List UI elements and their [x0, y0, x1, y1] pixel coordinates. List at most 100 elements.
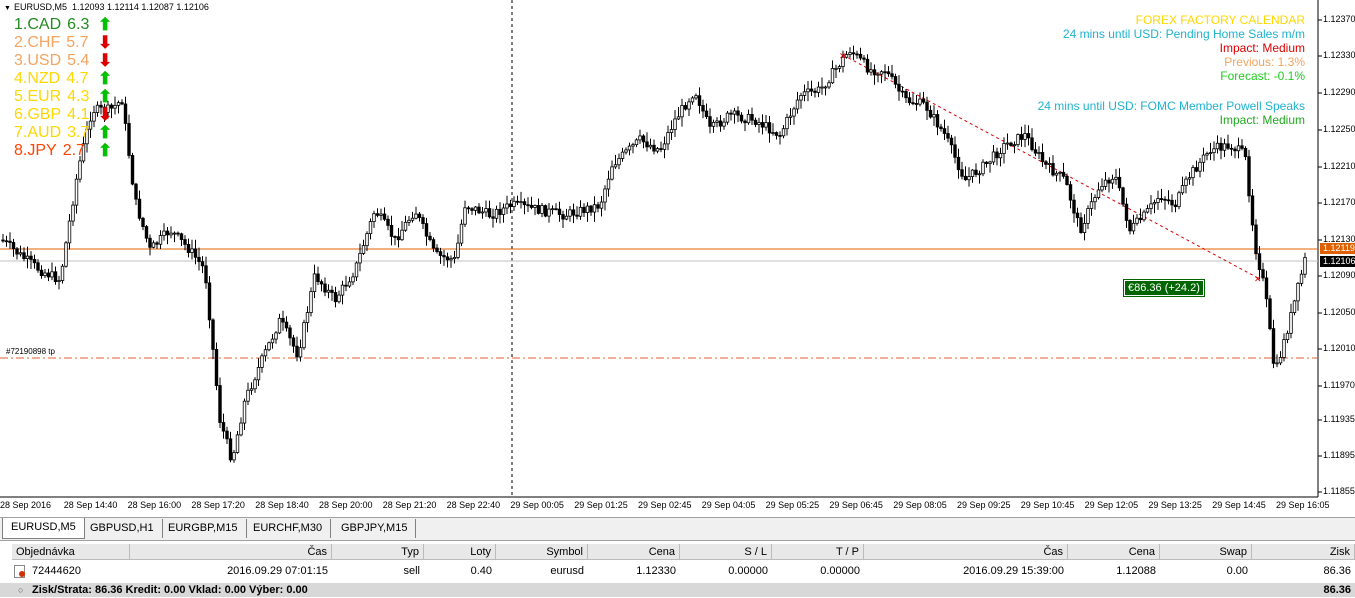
- candle-body: [1201, 154, 1206, 163]
- candle-body: [57, 280, 61, 282]
- column-header[interactable]: S / L: [680, 544, 772, 560]
- candle-body: [130, 155, 135, 185]
- ff-event-1: 24 mins until USD: Pending Home Sales m/…: [1062, 27, 1305, 41]
- candle-body: [15, 248, 19, 255]
- candle-body: [1250, 195, 1255, 226]
- column-header[interactable]: T / P: [772, 544, 864, 560]
- candle-body: [1240, 145, 1244, 149]
- candle-body: [1254, 224, 1258, 255]
- time-tick-label: 29 Sep 05:25: [765, 500, 820, 510]
- candle-body: [211, 319, 215, 350]
- ff-impact-2: Impact: Medium: [1219, 113, 1305, 127]
- tab-gbpusd-h1[interactable]: GBPUSD,H1: [82, 519, 163, 538]
- candle-body: [732, 110, 737, 115]
- candle-body: [722, 121, 726, 127]
- candle-body: [151, 242, 156, 248]
- candle-body: [669, 129, 674, 133]
- column-header[interactable]: Typ: [332, 544, 424, 560]
- candle-body: [249, 388, 254, 391]
- candle-body: [1117, 176, 1122, 189]
- table-cell: eurusd: [550, 565, 584, 577]
- candle-body: [1093, 197, 1097, 203]
- candle-body: [620, 151, 625, 159]
- candle-body: [543, 205, 548, 217]
- strength-label: 4.NZD: [14, 70, 61, 87]
- candle-body: [1005, 142, 1010, 145]
- column-header[interactable]: Symbol: [496, 544, 588, 560]
- candle-body: [1054, 172, 1059, 176]
- candle-body: [22, 252, 26, 260]
- candle-body: [1009, 142, 1013, 146]
- column-header[interactable]: Cena: [588, 544, 680, 560]
- time-tick-label: 28 Sep 21:20: [382, 500, 437, 510]
- candle-body: [893, 76, 898, 85]
- candle-body: [641, 135, 646, 143]
- candle-body: [326, 289, 331, 293]
- tab-eurchf-m30[interactable]: EURCHF,M30: [245, 519, 332, 538]
- tab-eurgbp-m15[interactable]: EURGBP,M15: [160, 519, 247, 538]
- candle-body: [858, 53, 863, 59]
- candle-body: [1187, 177, 1192, 180]
- arrow-down-icon: ⬇: [98, 33, 113, 52]
- candle-body: [1296, 282, 1300, 302]
- candle-body: [617, 158, 621, 166]
- column-header[interactable]: Čas: [130, 544, 332, 560]
- candle-body: [946, 133, 950, 139]
- candle-body: [711, 122, 716, 127]
- candle-body: [407, 219, 411, 223]
- candle-body: [186, 243, 191, 253]
- candle-body: [1180, 185, 1185, 194]
- strength-item-jpy: 8.JPY 2.7 ⬆: [14, 142, 112, 160]
- candle-body: [459, 223, 464, 244]
- candle-body: [830, 68, 835, 84]
- chart-ohlc: 1.12093 1.12114 1.12087 1.12106: [71, 2, 209, 12]
- candle-body: [869, 69, 873, 73]
- candle-body: [1170, 199, 1174, 206]
- candle-body: [914, 103, 919, 105]
- candle-body: [43, 272, 47, 277]
- candle-body: [281, 317, 285, 323]
- candle-body: [806, 88, 810, 93]
- time-tick-label: 28 Sep 14:40: [63, 500, 118, 510]
- price-chart[interactable]: ✕ ✕ ▼ EURUSD,M5 1.12093 1.12114 1.12087 1.…: [0, 0, 1355, 515]
- time-tick-label: 29 Sep 16:05: [1276, 500, 1330, 510]
- candle-body: [1268, 298, 1272, 330]
- column-header[interactable]: Swap: [1160, 544, 1252, 560]
- candle-body: [1166, 199, 1171, 202]
- tab-eurusd-m5[interactable]: EURUSD,M5: [2, 518, 85, 539]
- column-header[interactable]: Loty: [424, 544, 496, 560]
- candle-body: [1149, 203, 1153, 209]
- column-header[interactable]: Objednávka: [12, 544, 130, 560]
- candle-body: [1002, 143, 1006, 154]
- time-tick-label: 29 Sep 09:25: [957, 500, 1011, 510]
- candle-body: [340, 284, 345, 296]
- tab-gbpjpy-m15[interactable]: GBPJPY,M15: [333, 519, 417, 538]
- candle-body: [60, 265, 65, 281]
- candle-body: [988, 161, 992, 164]
- candle-body: [494, 208, 499, 219]
- candle-body: [228, 438, 233, 461]
- candle-body: [470, 208, 474, 211]
- candle-body: [365, 233, 369, 247]
- candle-body: [463, 207, 467, 225]
- candle-body: [925, 101, 929, 111]
- candle-body: [991, 151, 996, 163]
- candle-body: [354, 262, 359, 278]
- table-cell: 72444620: [32, 565, 81, 577]
- candle-body: [1205, 153, 1209, 156]
- column-header[interactable]: Zisk: [1252, 544, 1355, 560]
- column-header[interactable]: Čas: [864, 544, 1068, 560]
- column-header[interactable]: Cena: [1068, 544, 1160, 560]
- time-tick-label: 29 Sep 04:05: [701, 500, 756, 510]
- candle-body: [351, 276, 355, 283]
- ff-impact-1: Impact: Medium: [1219, 41, 1305, 55]
- candle-body: [389, 224, 394, 237]
- candle-body: [704, 110, 709, 118]
- ff-event-2: 24 mins until USD: FOMC Member Powell Sp…: [1037, 99, 1305, 113]
- candle-body: [1215, 142, 1220, 150]
- candle-body: [1292, 300, 1297, 313]
- candle-body: [375, 213, 380, 216]
- strength-item-usd: 3.USD 5.4 ⬇: [14, 52, 112, 70]
- candle-body: [1177, 192, 1181, 208]
- candle-body: [1051, 163, 1055, 176]
